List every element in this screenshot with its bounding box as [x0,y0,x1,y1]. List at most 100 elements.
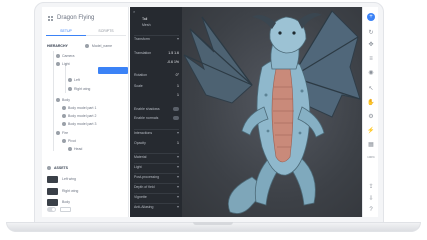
section-interactions[interactable]: Interactions [134,129,179,136]
section-label: Vignette [134,195,147,199]
tree-item[interactable]: Camera [56,53,74,59]
refresh-icon[interactable]: ↻ [367,29,375,37]
property-label: Opacity [134,140,146,145]
property-opacity[interactable]: Opacity 1 [134,139,179,146]
section-label: Depth of field [134,185,155,189]
section-post-processing[interactable]: Post-processing [134,173,179,180]
shadows-toggle[interactable] [173,106,179,111]
property-label: Rotation [134,72,148,77]
property-value[interactable]: 1.5 1.6 [168,51,179,55]
tree-item-label: Light [62,62,70,66]
property-scale-2[interactable]: 1 [134,91,179,98]
chevron-down-icon [177,196,179,198]
wrench-icon[interactable]: ⚙ [367,113,375,121]
tree-item-label: Body model part 1 [68,106,97,110]
tree-item-label: Body model part 2 [68,114,97,118]
right-toolbar: + ↻ ✥ ≡ ◉ ↖ ✋ ⚙ ⚡ ▦ 100% ⇪ ⇩ ? [362,7,378,217]
section-label: Transform [134,37,150,41]
zoom-level[interactable]: 100% [364,155,378,159]
property-label: Translation [134,50,152,55]
tree-item[interactable]: Body [56,97,70,103]
3d-viewport[interactable] [182,7,362,217]
mesh-icon [68,87,72,91]
property-value[interactable]: 0° [176,73,179,77]
laptop-mockup: Dragon Flying SETUP SCRIPTS HIERARCHY Mo… [0,0,427,240]
section-vignette[interactable]: Vignette [134,193,179,200]
chevron-down-icon [177,156,179,158]
tree-item[interactable]: Light [56,61,70,67]
lightning-icon[interactable]: ⚡ [367,127,375,135]
app-header: Dragon Flying [48,13,94,23]
download-icon[interactable]: ⇩ [367,195,375,203]
property-label: Enable shadows [134,106,160,111]
section-transform[interactable]: Transform [134,35,179,42]
add-asset-button[interactable] [60,207,71,212]
move-icon[interactable]: ✥ [367,41,375,49]
model-icon [84,43,89,48]
tree-item-label: Model_name [91,43,113,48]
asset-item[interactable]: Right wing [47,186,78,196]
project-title: Dragon Flying [57,15,95,21]
normals-toggle[interactable] [173,115,179,120]
mesh-icon [68,78,72,82]
tree-item[interactable]: Left [68,77,80,83]
tree-item-label: Fire [62,131,69,135]
tree-guide [65,63,66,93]
property-value[interactable]: 1 [177,141,179,145]
property-value[interactable]: 1 [177,93,179,97]
tree-item[interactable]: Body model part 3 [62,121,96,127]
share-icon[interactable]: ⇪ [367,183,375,191]
hand-icon[interactable]: ✋ [367,99,375,107]
asset-label: Body [62,200,70,204]
tree-item[interactable]: Pivot [62,138,76,144]
tree-item[interactable]: Fire [56,130,68,136]
chevron-down-icon [177,186,179,188]
plus-icon[interactable]: + [367,13,375,21]
tree-item[interactable]: Right wing [68,86,90,92]
section-depth-of-field[interactable]: Depth of field [134,183,179,190]
tree-item-label: Head [74,147,83,151]
panel-tabs: SETUP SCRIPTS [46,27,126,36]
property-scale[interactable]: Scale 1 [134,82,179,89]
cursor-icon[interactable]: ↖ [367,85,375,93]
section-light[interactable]: Light [134,163,179,170]
property-translation[interactable]: Translation 1.5 1.6 [134,49,179,56]
asset-item[interactable]: Body [47,197,70,207]
left-panel: Dragon Flying SETUP SCRIPTS HIERARCHY Mo… [42,7,129,217]
dragon-model[interactable] [182,7,362,217]
section-anti-aliasing[interactable]: Anti-Aliasing [134,203,179,210]
tab-setup[interactable]: SETUP [46,27,86,36]
help-icon[interactable]: ? [367,206,375,214]
tree-item-label: Left [74,78,80,82]
tree-item-label: Right wing [74,87,91,91]
properties-panel: × Tail Mesh Transform Translation 1.5 1.… [130,7,182,217]
tree-item[interactable]: Head [68,146,82,152]
close-icon[interactable]: × [133,10,135,14]
layers-icon[interactable]: ≡ [367,55,375,63]
property-normals[interactable]: Enable normals [134,114,179,121]
assets-header: ASSETS [47,164,68,171]
mesh-icon [62,122,66,126]
camera-icon[interactable]: ◉ [367,69,375,77]
section-label: Light [134,165,142,169]
mesh-icon [68,147,72,151]
grid-icon[interactable]: ▦ [367,141,375,149]
property-shadows[interactable]: Enable shadows [134,105,179,112]
mesh-icon [62,114,66,118]
object-name-label: Tail [142,16,148,21]
chevron-down-icon [177,132,179,134]
asset-item[interactable]: Left wing [47,174,76,184]
property-translation-2[interactable]: -0.6 1% [134,58,179,65]
app-grid-icon[interactable] [48,15,53,21]
property-rotation[interactable]: Rotation 0° [134,71,179,78]
asset-label: Right wing [62,189,79,193]
visibility-toggle[interactable] [47,207,56,212]
tree-item[interactable]: Body model part 1 [62,105,96,111]
property-value[interactable]: 1 [177,84,179,88]
pivot-icon [62,139,66,143]
tab-scripts[interactable]: SCRIPTS [86,27,126,36]
section-material[interactable]: Material [134,153,179,160]
tree-item[interactable]: Body model part 2 [62,113,96,119]
tree-item-selected[interactable]: Tail [98,67,128,81]
property-value[interactable]: -0.6 1% [167,60,179,64]
